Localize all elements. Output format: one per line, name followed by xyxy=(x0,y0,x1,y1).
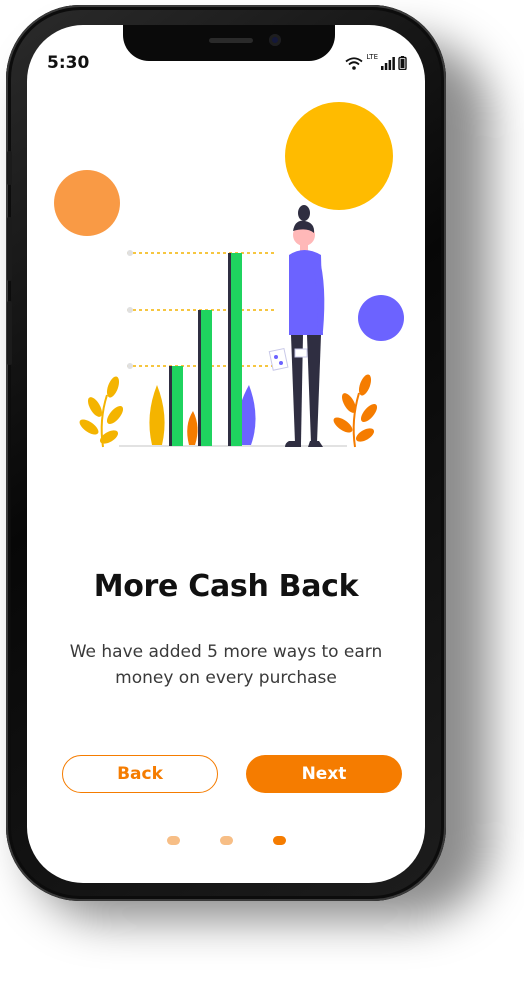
status-icons: LTE xyxy=(345,53,407,70)
phone-frame: 5:30 LTE More Cash Back We have added 5 … xyxy=(6,5,446,901)
page-indicator xyxy=(27,836,425,845)
purple-circle xyxy=(358,295,404,341)
app-screen: 5:30 LTE More Cash Back We have added 5 … xyxy=(27,25,425,883)
battery-icon xyxy=(398,56,407,70)
speaker-grille xyxy=(209,38,253,43)
notch xyxy=(123,25,335,61)
network-label: LTE xyxy=(366,53,378,61)
page-dot-3-active[interactable] xyxy=(272,836,286,845)
mute-switch xyxy=(7,151,12,185)
person-figure xyxy=(268,205,325,447)
status-time: 5:30 xyxy=(47,53,90,73)
plant-left-icon xyxy=(79,376,124,448)
page-dot-1[interactable] xyxy=(166,836,180,845)
signal-icon xyxy=(381,57,395,70)
page-title: More Cash Back xyxy=(93,569,359,604)
volume-up-button xyxy=(7,217,12,281)
next-button[interactable]: Next xyxy=(246,755,402,793)
orange-circle xyxy=(54,170,120,236)
yellow-circle xyxy=(285,102,393,210)
volume-down-button xyxy=(7,301,12,365)
page-dot-2[interactable] xyxy=(219,836,233,845)
plant-right-icon xyxy=(333,374,378,448)
page-description: We have added 5 more ways to earn money … xyxy=(69,642,383,688)
hero-illustration xyxy=(54,102,404,448)
wifi-icon xyxy=(345,57,363,70)
front-camera xyxy=(269,34,281,46)
back-button[interactable]: Back xyxy=(62,755,218,793)
